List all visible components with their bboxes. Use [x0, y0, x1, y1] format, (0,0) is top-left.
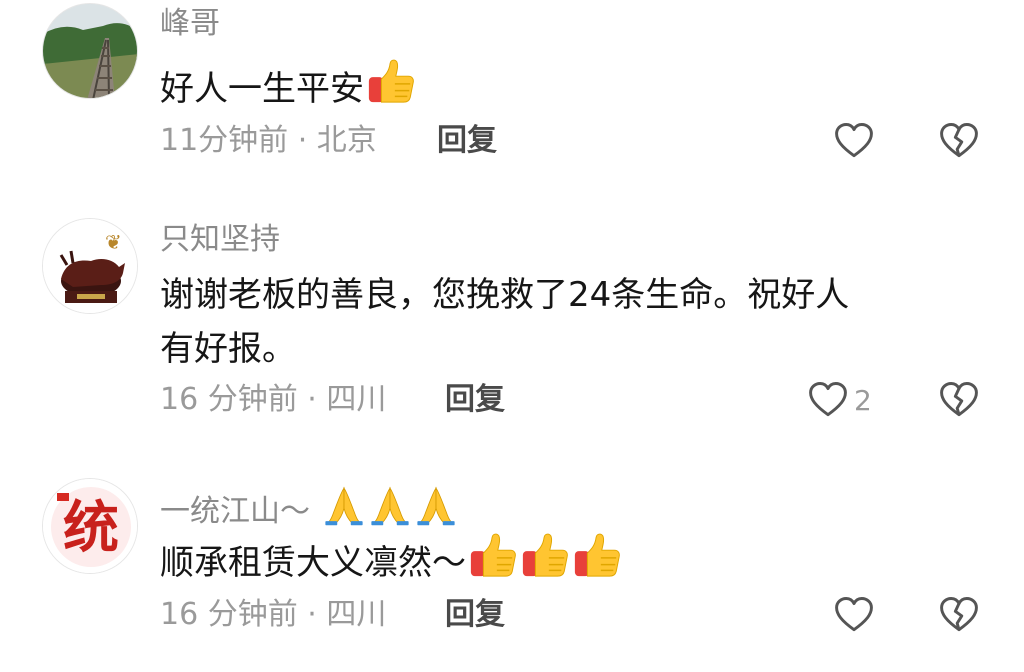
heart-outline-icon	[832, 593, 876, 637]
praying-hands-emoji	[322, 483, 366, 527]
broken-heart-icon	[937, 593, 981, 637]
username-text: 一统江山～	[160, 494, 310, 529]
comment-meta: 16 分钟前 · 四川	[160, 597, 387, 632]
comment-text: 顺承租赁大义凛然～	[160, 530, 622, 590]
thumbs-up-emoji	[520, 530, 570, 580]
dislike-button[interactable]	[937, 593, 981, 637]
thumbs-up-emoji	[572, 530, 622, 580]
svg-text:统: 统	[63, 495, 119, 561]
comment-item: 统 一统江山～ 顺承租赁大义凛然～ 16 分钟前 · 四川 回复	[0, 0, 1024, 672]
praying-hands-emoji	[414, 483, 458, 527]
comment-text-body: 顺承租赁大义凛然～	[160, 543, 466, 583]
thumbs-up-emoji	[468, 530, 518, 580]
reply-button[interactable]: 回复	[445, 595, 505, 635]
praying-hands-emoji	[368, 483, 412, 527]
username[interactable]: 一统江山～	[160, 483, 458, 530]
calligraphy-avatar: 统	[43, 479, 137, 573]
avatar[interactable]: 统	[42, 478, 138, 574]
like-button[interactable]	[832, 593, 880, 637]
